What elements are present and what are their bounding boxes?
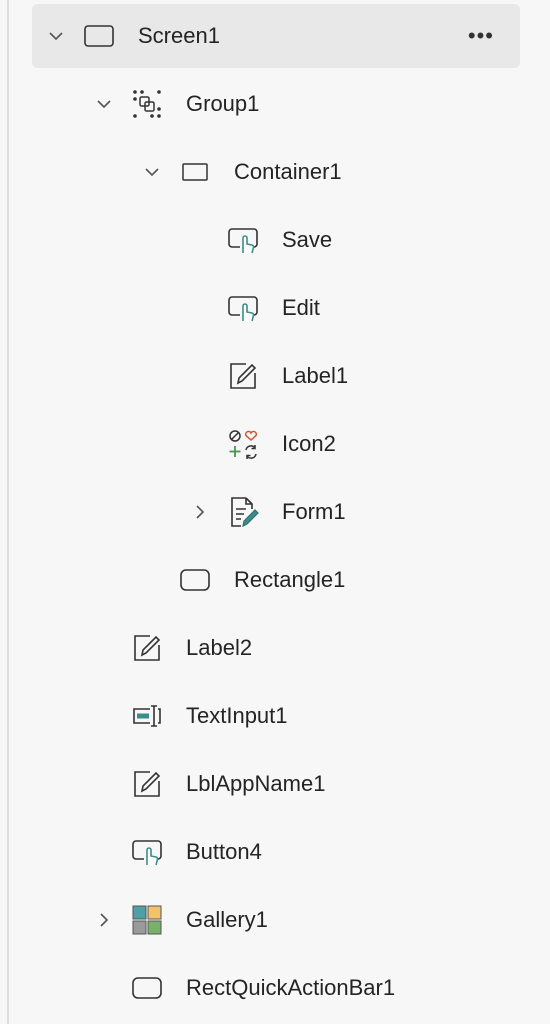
tree-item-lblappname1[interactable]: LblAppName1 bbox=[32, 752, 520, 816]
container-icon bbox=[178, 155, 212, 189]
chevron-right-icon[interactable] bbox=[190, 502, 210, 522]
tree-item-edit[interactable]: Edit bbox=[32, 276, 520, 340]
form-icon bbox=[226, 495, 260, 529]
tree-item-label: TextInput1 bbox=[186, 703, 288, 728]
tree-item-label: Group1 bbox=[186, 91, 260, 116]
tree-item-screen1[interactable]: Screen1 ••• bbox=[32, 4, 520, 68]
rectangle-icon bbox=[130, 971, 164, 1005]
tree-item-label: Icon2 bbox=[282, 431, 336, 456]
label-icon bbox=[226, 359, 260, 393]
label-icon bbox=[130, 767, 164, 801]
tree-item-label: Form1 bbox=[282, 499, 346, 524]
tree-item-label: Container1 bbox=[234, 159, 342, 184]
chevron-down-icon[interactable] bbox=[142, 162, 162, 182]
tree-item-form1[interactable]: Form1 bbox=[32, 480, 520, 544]
chevron-down-icon[interactable] bbox=[46, 26, 66, 46]
tree-item-group1[interactable]: Group1 bbox=[32, 72, 520, 136]
tree-view: Screen1 ••• Group1 Container1 Save Edit … bbox=[0, 0, 550, 1024]
tree-item-label: Gallery1 bbox=[186, 907, 268, 932]
tree-item-label: Save bbox=[282, 227, 333, 252]
screen-icon bbox=[82, 19, 116, 53]
tree-item-label: Button4 bbox=[186, 839, 262, 864]
tree-item-container1[interactable]: Container1 bbox=[32, 140, 520, 204]
chevron-down-icon[interactable] bbox=[94, 94, 114, 114]
tree-item-label1[interactable]: Label1 bbox=[32, 344, 520, 408]
tree-item-gallery1[interactable]: Gallery1 bbox=[32, 888, 520, 952]
button-icon bbox=[226, 223, 260, 257]
text-input-icon bbox=[130, 699, 164, 733]
tree-item-button4[interactable]: Button4 bbox=[32, 820, 520, 884]
tree-item-rectquickactionbar1[interactable]: RectQuickActionBar1 bbox=[32, 956, 520, 1020]
tree-item-icon2[interactable]: Icon2 bbox=[32, 412, 520, 476]
tree-item-label: LblAppName1 bbox=[186, 771, 326, 796]
tree-item-label2[interactable]: Label2 bbox=[32, 616, 520, 680]
tree-item-label: Label1 bbox=[282, 363, 349, 388]
tree-item-rectangle1[interactable]: Rectangle1 bbox=[32, 548, 520, 612]
tree-item-textinput1[interactable]: TextInput1 bbox=[32, 684, 520, 748]
rectangle-icon bbox=[178, 563, 212, 597]
tree-item-label: Screen1 bbox=[138, 23, 220, 48]
tree-item-label: Edit bbox=[282, 295, 320, 320]
icons-icon bbox=[226, 427, 260, 461]
button-icon bbox=[226, 291, 260, 325]
label-icon bbox=[130, 631, 164, 665]
tree-item-label: Label2 bbox=[186, 635, 253, 660]
tree-item-label: RectQuickActionBar1 bbox=[186, 975, 396, 1000]
button-icon bbox=[130, 835, 164, 869]
chevron-right-icon[interactable] bbox=[94, 910, 114, 930]
gallery-icon bbox=[130, 903, 164, 937]
group-icon bbox=[130, 87, 164, 121]
tree-item-label: Rectangle1 bbox=[234, 567, 346, 592]
more-options-icon[interactable]: ••• bbox=[468, 22, 494, 50]
tree-item-save[interactable]: Save bbox=[32, 208, 520, 272]
